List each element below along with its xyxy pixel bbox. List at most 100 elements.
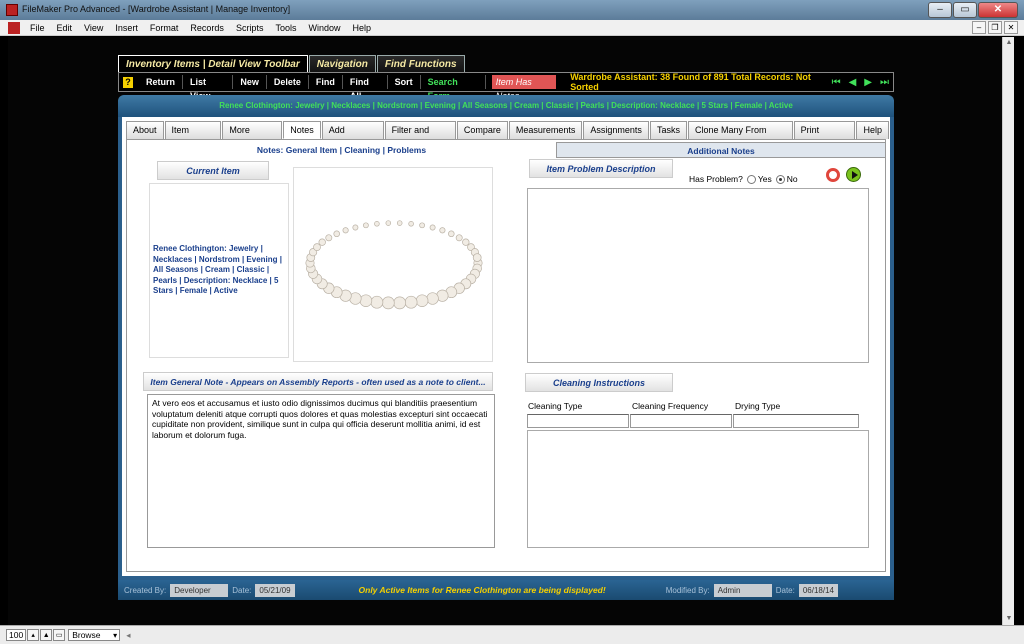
new-button[interactable]: New [233, 75, 267, 89]
cleaning-instructions-label: Cleaning Instructions [525, 373, 673, 392]
tab-find-functions[interactable]: Find Functions [376, 55, 465, 73]
tab-compare[interactable]: Compare [456, 121, 508, 139]
tab-help[interactable]: Help [856, 121, 889, 139]
current-item-label: Current Item [157, 161, 269, 180]
menu-records[interactable]: Records [184, 23, 230, 33]
cleaning-type-field[interactable] [527, 414, 629, 428]
detail-toolbar: ? Return List View New Delete Find Find … [118, 72, 894, 101]
doc-minimize-icon[interactable]: – [972, 21, 986, 34]
lifebuoy-help-icon[interactable] [826, 168, 840, 182]
menu-view[interactable]: View [78, 23, 109, 33]
menu-file[interactable]: File [24, 23, 51, 33]
zoom-in-icon[interactable]: ▲ [40, 629, 53, 641]
has-problem-no-label: No [786, 174, 798, 184]
item-image[interactable] [293, 167, 493, 362]
zoom-level[interactable]: 100 [6, 629, 27, 641]
pearl [370, 295, 384, 309]
tab-tasks[interactable]: Tasks [649, 121, 687, 139]
tab-about[interactable]: About [126, 121, 164, 139]
drying-type-header: Drying Type [735, 401, 781, 411]
menu-insert[interactable]: Insert [109, 23, 144, 33]
maximize-icon[interactable]: ▭ [953, 2, 977, 18]
has-problem-yes-radio[interactable] [746, 174, 756, 184]
search-form-button[interactable]: Search Form [421, 75, 486, 101]
pearl [396, 220, 403, 226]
record-footer: Created By: Developer Date: 05/21/09 Onl… [118, 580, 894, 600]
scroll-down-icon[interactable]: ▼ [1003, 613, 1014, 625]
play-icon[interactable] [846, 167, 861, 182]
list-view-button[interactable]: List View [183, 75, 234, 101]
pearl [426, 292, 439, 305]
menu-scripts[interactable]: Scripts [230, 23, 270, 33]
doc-restore-icon[interactable]: ❐ [988, 21, 1002, 34]
scroll-up-icon[interactable]: ▲ [1003, 37, 1014, 49]
tab-assignments[interactable]: Assignments [583, 121, 649, 139]
pearl [408, 221, 414, 227]
doc-close-icon[interactable]: ✕ [1004, 21, 1018, 34]
modified-date-label: Date: [775, 585, 795, 595]
zoom-out-icon[interactable]: ▴ [27, 629, 40, 641]
section-tabs: About Item Detail More Detail Notes Add … [126, 121, 890, 152]
close-icon[interactable]: ✕ [978, 2, 1018, 18]
last-record-icon[interactable]: ⏭ [880, 77, 889, 88]
vertical-scrollbar[interactable]: ▲ ▼ [1002, 37, 1014, 625]
help-question-icon[interactable]: ? [123, 76, 134, 88]
pearl [472, 253, 482, 262]
sort-button[interactable]: Sort [388, 75, 421, 89]
pearl-necklace-image [305, 220, 483, 310]
previous-record-icon[interactable]: ◀ [849, 77, 857, 88]
pearl [439, 227, 446, 234]
pearl [419, 222, 425, 229]
next-record-icon[interactable]: ▶ [864, 77, 872, 88]
has-problem-no-radio[interactable] [775, 174, 785, 184]
pearl [333, 230, 340, 238]
current-item-description-box: Renee Clothington: Jewelry | Necklaces |… [149, 183, 289, 358]
mode-select[interactable]: Browse [68, 629, 121, 641]
tab-measurements[interactable]: Measurements [508, 121, 583, 139]
drying-type-field[interactable] [733, 414, 859, 428]
menu-window[interactable]: Window [302, 23, 346, 33]
tab-detail-view-toolbar[interactable]: Inventory Items | Detail View Toolbar [118, 55, 308, 73]
cleaning-frequency-field[interactable] [630, 414, 732, 428]
return-button[interactable]: Return [139, 75, 184, 89]
window-controls: – ▭ ✕ [927, 2, 1018, 18]
document-window-controls: – ❐ ✕ [970, 21, 1018, 34]
general-note-field[interactable]: At vero eos et accusamus et iusto odio d… [147, 394, 495, 548]
tab-item-detail[interactable]: Item Detail [164, 121, 222, 152]
item-has-notes-badge[interactable]: Item Has Notes [491, 75, 557, 101]
tab-more-detail[interactable]: More Detail [222, 121, 283, 152]
pearl [363, 222, 369, 229]
find-all-button[interactable]: Find All [343, 75, 388, 101]
pearl [313, 243, 321, 251]
cleaning-instructions-portal[interactable] [527, 430, 869, 548]
delete-button[interactable]: Delete [267, 75, 309, 89]
filemaker-app-icon [6, 4, 18, 16]
first-record-icon[interactable]: ⏮ [832, 77, 841, 88]
scroll-left-icon[interactable]: ◂ [126, 630, 130, 641]
status-bar: 100 ▴ ▲ ▭ Browse ◂ [0, 625, 1024, 644]
menu-edit[interactable]: Edit [51, 23, 79, 33]
tab-add-images[interactable]: Add Images [321, 121, 384, 152]
subtab-notes-general[interactable]: Notes: General Item | Cleaning | Problem… [127, 142, 557, 158]
pearl [374, 221, 380, 227]
tab-filter-and-flag[interactable]: Filter and Flag [384, 121, 456, 152]
minimize-icon[interactable]: – [928, 2, 952, 18]
tab-navigation[interactable]: Navigation [308, 55, 376, 73]
has-problem-label: Has Problem? [689, 174, 743, 184]
created-by-value: Developer [170, 583, 229, 597]
find-button[interactable]: Find [309, 75, 343, 89]
modified-by-label: Modified By: [665, 585, 710, 595]
menu-help[interactable]: Help [346, 23, 377, 33]
item-problem-description-field[interactable] [527, 188, 869, 363]
subtab-additional-notes[interactable]: Additional Notes [557, 142, 885, 158]
toggle-status-area-icon[interactable]: ▭ [53, 629, 66, 641]
menu-tools[interactable]: Tools [269, 23, 302, 33]
tab-notes[interactable]: Notes [283, 121, 321, 139]
general-note-label: Item General Note - Appears on Assembly … [143, 372, 493, 391]
tab-print-center[interactable]: Print Center [793, 121, 856, 152]
item-problem-description-label: Item Problem Description [529, 159, 673, 178]
document-icon[interactable] [8, 21, 20, 34]
cleaning-type-header: Cleaning Type [528, 401, 583, 411]
menu-format[interactable]: Format [144, 23, 185, 33]
tab-clone-many-from-one[interactable]: Clone Many From One [687, 121, 793, 152]
